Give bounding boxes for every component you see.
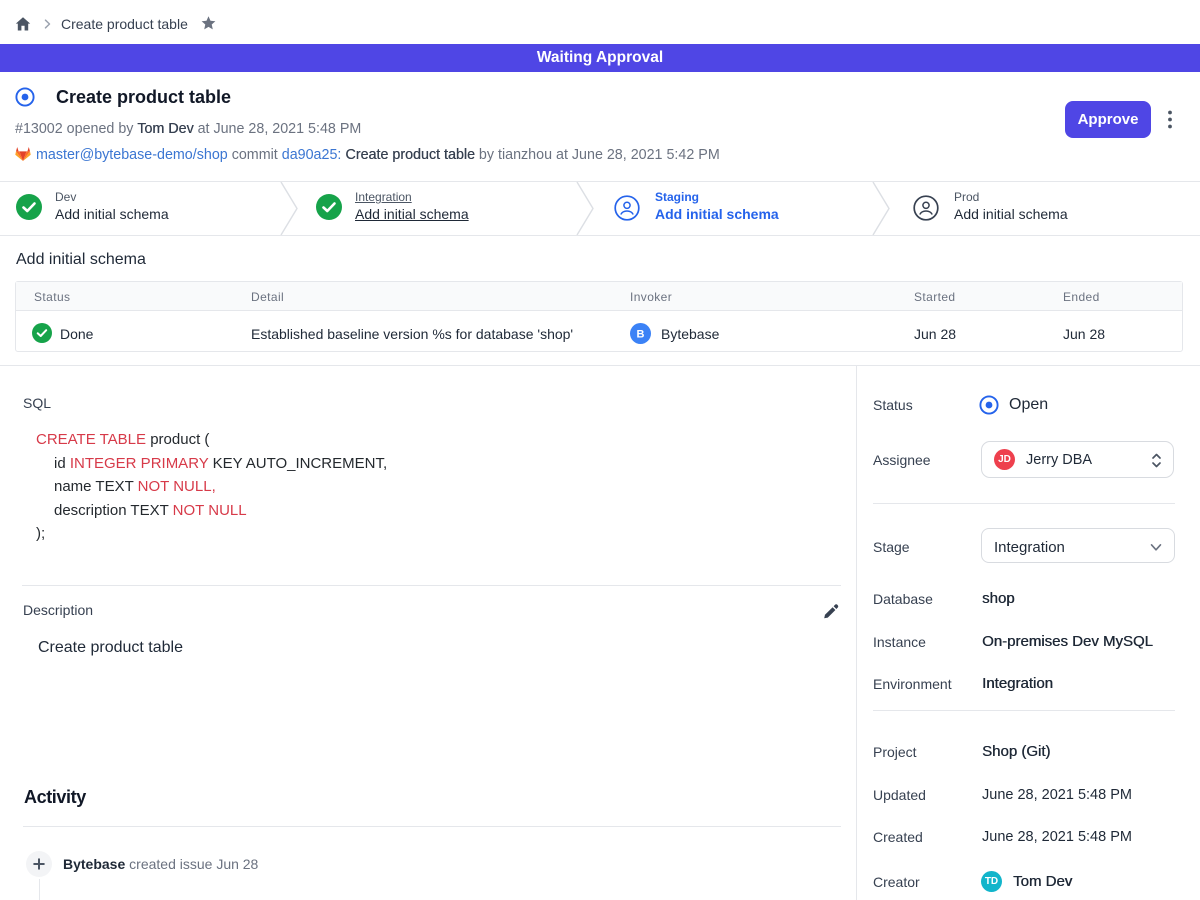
- svg-text:B: B: [637, 329, 645, 341]
